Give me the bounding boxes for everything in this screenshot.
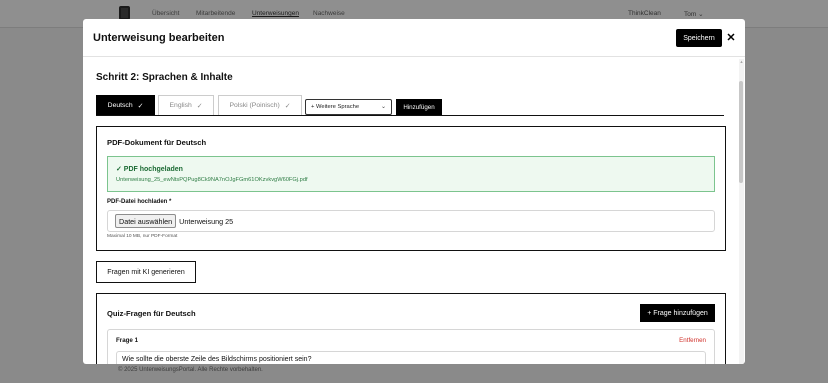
- pdf-section-title: PDF-Dokument für Deutsch: [107, 138, 207, 147]
- upload-success-box: ✓ PDF hochgeladen Unterweisung_25_ewNtsP…: [107, 156, 715, 192]
- tabs-divider: [96, 115, 724, 116]
- quiz-section-title: Quiz-Fragen für Deutsch: [107, 309, 196, 318]
- footer-copyright: © 2025 UnterweisungsPortal. Alle Rechte …: [118, 367, 263, 373]
- tab-deutsch[interactable]: Deutsch ✓: [96, 95, 155, 116]
- header-divider: [83, 56, 745, 57]
- nav-link-unterweisungen[interactable]: Unterweisungen: [252, 10, 299, 17]
- nav-link-nachweise[interactable]: Nachweise: [313, 10, 345, 17]
- tab-label: Polski (Poinisch): [229, 102, 280, 109]
- chevron-down-icon: ⌄: [698, 11, 704, 18]
- scroll-up-icon[interactable]: ▲: [739, 59, 744, 64]
- pdf-section: PDF-Dokument für Deutsch ✓ PDF hochgelad…: [96, 126, 726, 251]
- modal-title: Unterweisung bearbeiten: [93, 32, 225, 44]
- tab-label: Deutsch: [107, 102, 133, 109]
- user-menu[interactable]: Tom ⌄: [684, 10, 704, 18]
- quiz-section: Quiz-Fragen für Deutsch + Frage hinzufüg…: [96, 293, 726, 364]
- close-icon[interactable]: ✕: [724, 32, 738, 46]
- save-button[interactable]: Speichern: [676, 29, 722, 47]
- chevron-down-icon: ⌄: [380, 104, 386, 110]
- language-select[interactable]: + Weitere Sprache ⌄: [305, 99, 392, 115]
- pdf-field-hint: Maximal 10 MB, nur PDF-Format: [107, 234, 178, 239]
- nav-link-uebersicht[interactable]: Übersicht: [152, 10, 179, 17]
- generate-ai-questions-button[interactable]: Fragen mit KI generieren: [96, 261, 196, 283]
- app-logo-icon: [119, 6, 130, 20]
- add-language-button[interactable]: Hinzufügen: [396, 99, 442, 115]
- language-select-value: + Weitere Sprache: [311, 104, 360, 110]
- edit-modal: Unterweisung bearbeiten Speichern ✕ ▲ Sc…: [83, 19, 745, 364]
- uploaded-file-link[interactable]: Unterweisung_25_ewNtsPQPug8Ck9NA7nOJgFGm…: [116, 177, 308, 183]
- nav-link-mitarbeitende[interactable]: Mitarbeitende: [196, 10, 235, 17]
- upload-success-title: ✓ PDF hochgeladen: [116, 166, 183, 173]
- tab-label: English: [169, 102, 192, 109]
- company-name: ThinkClean: [628, 10, 661, 17]
- check-icon: ✓: [137, 102, 144, 110]
- user-name: Tom: [684, 11, 697, 18]
- question-card: Frage 1 Entfernen Wie sollte die oberste…: [107, 329, 715, 364]
- tab-polski[interactable]: Polski (Poinisch) ✓: [218, 95, 302, 116]
- pdf-file-input[interactable]: Datei auswählen Unterweisung 25: [107, 210, 715, 232]
- remove-question-button[interactable]: Entfernen: [679, 337, 706, 344]
- add-question-button[interactable]: + Frage hinzufügen: [640, 304, 715, 322]
- question-label: Frage 1: [116, 337, 139, 344]
- pdf-field-label: PDF-Datei hochladen *: [107, 199, 172, 205]
- step-title: Schritt 2: Sprachen & Inhalte: [96, 72, 233, 83]
- tab-english[interactable]: English ✓: [158, 95, 214, 116]
- selected-file-name: Unterweisung 25: [179, 216, 234, 226]
- scrollbar-thumb[interactable]: [739, 81, 743, 183]
- question-text-input[interactable]: Wie sollte die oberste Zeile des Bildsch…: [116, 351, 706, 364]
- check-icon: ✓: [284, 102, 291, 110]
- choose-file-button[interactable]: Datei auswählen: [115, 214, 177, 228]
- check-icon: ✓: [196, 102, 203, 110]
